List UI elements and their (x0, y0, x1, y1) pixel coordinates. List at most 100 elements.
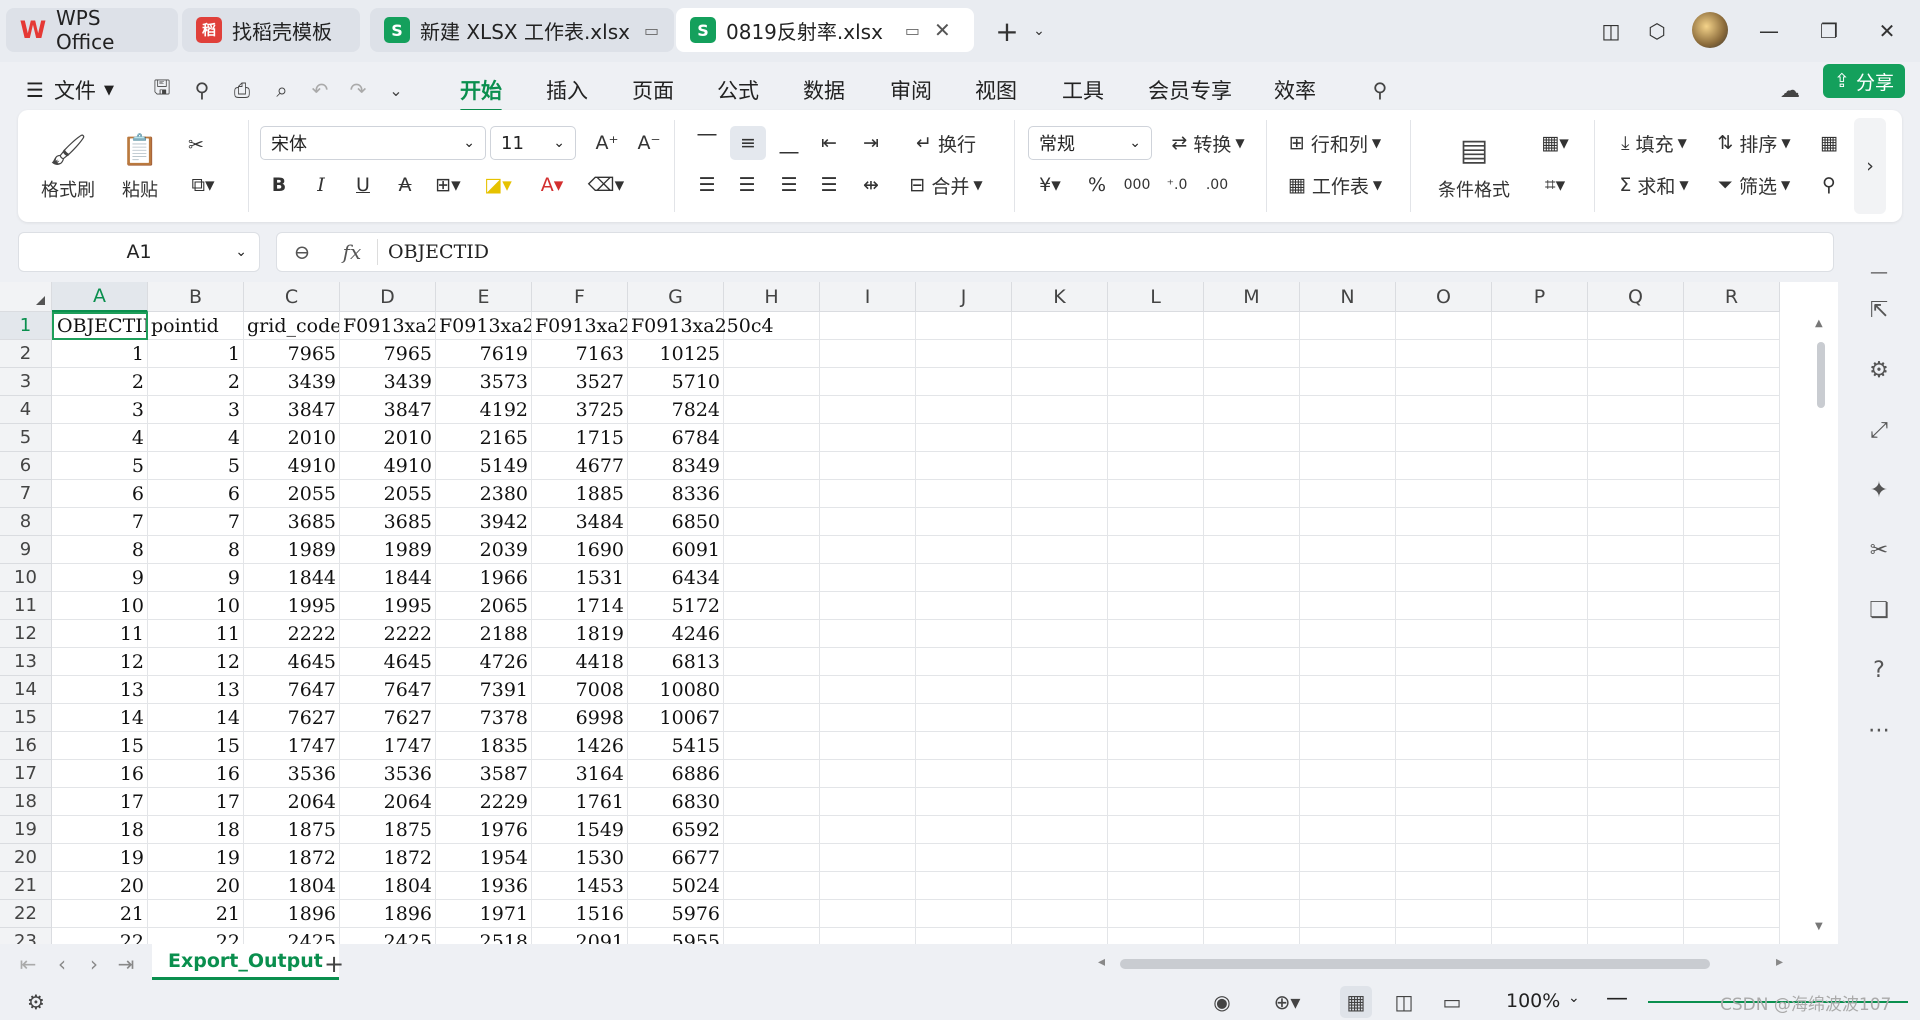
grid-cell[interactable]: 7391 (436, 676, 532, 704)
grid-cell[interactable] (724, 340, 820, 368)
grid-cell[interactable] (1204, 340, 1300, 368)
grid-cell[interactable]: 19 (52, 844, 148, 872)
grid-cell[interactable] (1012, 508, 1108, 536)
grid-cell[interactable] (724, 452, 820, 480)
grid-cell[interactable] (1204, 760, 1300, 788)
grid-cell[interactable]: 7965 (244, 340, 340, 368)
grid-cell[interactable] (1012, 312, 1108, 340)
restore-icon[interactable]: ❐ (1814, 16, 1844, 46)
grid-cell[interactable]: 6998 (532, 704, 628, 732)
grid-cell[interactable]: 8 (52, 536, 148, 564)
prev-sheet-icon[interactable]: ‹ (46, 948, 78, 980)
grid-cell[interactable] (820, 844, 916, 872)
ribbon-scroll-right-icon[interactable]: › (1854, 118, 1886, 214)
grid-cell[interactable]: 20 (52, 872, 148, 900)
grid-cell[interactable] (1012, 340, 1108, 368)
grid-cell[interactable] (916, 312, 1012, 340)
grid-cell[interactable] (1204, 900, 1300, 928)
grid-cell[interactable]: 2 (148, 368, 244, 396)
grid-cell[interactable] (1012, 732, 1108, 760)
tab-new-xlsx[interactable]: S 新建 XLSX 工作表.xlsx ▭ (370, 8, 674, 52)
column-header-b[interactable]: B (148, 282, 244, 312)
avatar[interactable] (1692, 12, 1728, 48)
undo-icon[interactable]: ↶ (304, 74, 336, 106)
grid-cell[interactable] (1588, 620, 1684, 648)
grid-cell[interactable] (1588, 480, 1684, 508)
font-name-select[interactable]: 宋体 ⌄ (260, 126, 486, 160)
distribute-icon[interactable]: ⇹ (854, 168, 888, 202)
grid-cell[interactable] (1300, 424, 1396, 452)
grid-cell[interactable]: 5976 (628, 900, 724, 928)
grid-cell[interactable]: 3527 (532, 368, 628, 396)
grid-cell[interactable] (1684, 480, 1780, 508)
grid-cell[interactable]: 1936 (436, 872, 532, 900)
grid-cell[interactable] (724, 368, 820, 396)
grid-cell[interactable] (1588, 340, 1684, 368)
grid-cell[interactable] (1300, 396, 1396, 424)
column-header-n[interactable]: N (1300, 282, 1396, 312)
column-header-r[interactable]: R (1684, 282, 1780, 312)
grid-cell[interactable] (1012, 480, 1108, 508)
grid-cell[interactable] (1300, 816, 1396, 844)
zoom-dropdown-icon[interactable]: ⌄ (1568, 990, 1580, 1006)
grid-cell[interactable] (820, 396, 916, 424)
italic-icon[interactable]: I (304, 168, 338, 202)
grid-cell[interactable] (820, 732, 916, 760)
column-header-e[interactable]: E (436, 282, 532, 312)
grid-cell[interactable] (1492, 424, 1588, 452)
grid-cell[interactable] (724, 592, 820, 620)
row-header[interactable]: 8 (0, 508, 52, 536)
grid-cell[interactable] (1108, 536, 1204, 564)
grid-cell[interactable] (1396, 340, 1492, 368)
font-color-icon[interactable]: A▾ (528, 168, 576, 202)
grid-cell[interactable] (1012, 928, 1108, 944)
tab-wps-office[interactable]: W WPS Office (6, 6, 178, 54)
row-header[interactable]: 23 (0, 928, 52, 944)
grid-cell[interactable] (1396, 620, 1492, 648)
tab-active-file[interactable]: S 0819反射率.xlsx ▭ ✕ (676, 8, 974, 52)
grid-cell[interactable] (916, 340, 1012, 368)
cell-format-icon[interactable]: ⌗▾ (1530, 168, 1580, 202)
column-header-o[interactable]: O (1396, 282, 1492, 312)
grid-cell[interactable] (916, 872, 1012, 900)
paste-button[interactable]: 📋 粘贴 (110, 126, 170, 210)
print-icon[interactable]: ⎙ (226, 74, 258, 106)
grid-cell[interactable]: 6 (148, 480, 244, 508)
grid-cell[interactable] (1108, 648, 1204, 676)
grid-cell[interactable] (916, 592, 1012, 620)
book-icon[interactable]: ❏ (1861, 592, 1897, 628)
grid-cell[interactable] (1108, 592, 1204, 620)
filter-button[interactable]: ⏷ 筛选 ▼ (1708, 168, 1800, 202)
grid-cell[interactable] (916, 816, 1012, 844)
grid-cell[interactable] (820, 564, 916, 592)
column-header-h[interactable]: H (724, 282, 820, 312)
grid-cell[interactable]: 3439 (340, 368, 436, 396)
grid-cell[interactable] (1492, 480, 1588, 508)
grid-cell[interactable] (1204, 480, 1300, 508)
grid-cell[interactable]: 1690 (532, 536, 628, 564)
row-header[interactable]: 10 (0, 564, 52, 592)
grid-cell[interactable]: 6813 (628, 648, 724, 676)
scroll-down-icon[interactable]: ▼ (1815, 921, 1823, 932)
freeze-icon[interactable]: ▦ (1812, 126, 1846, 160)
grid-cell[interactable]: 10067 (628, 704, 724, 732)
decrease-decimal-icon[interactable]: .00 (1200, 168, 1234, 202)
grid-cell[interactable]: 3439 (244, 368, 340, 396)
sheet-tab-export-output[interactable]: Export_Output (152, 944, 339, 980)
grid-cell[interactable] (1204, 648, 1300, 676)
window-layout-icon[interactable]: ◫ (1596, 16, 1626, 46)
grid-cell[interactable] (916, 536, 1012, 564)
grid-cell[interactable] (820, 928, 916, 944)
grid-cell[interactable]: 10125 (628, 340, 724, 368)
grid-cell[interactable] (1588, 844, 1684, 872)
grid-cell[interactable] (1588, 704, 1684, 732)
grid-cell[interactable]: 1844 (340, 564, 436, 592)
grid-cell[interactable] (1204, 872, 1300, 900)
scroll-thumb[interactable] (1817, 342, 1825, 408)
grid-cell[interactable] (1300, 592, 1396, 620)
column-header-d[interactable]: D (340, 282, 436, 312)
column-header-m[interactable]: M (1204, 282, 1300, 312)
grid-cell[interactable] (1108, 424, 1204, 452)
format-painter-button[interactable]: 🖌 格式刷 (38, 126, 98, 210)
grid-cell[interactable]: 5 (52, 452, 148, 480)
